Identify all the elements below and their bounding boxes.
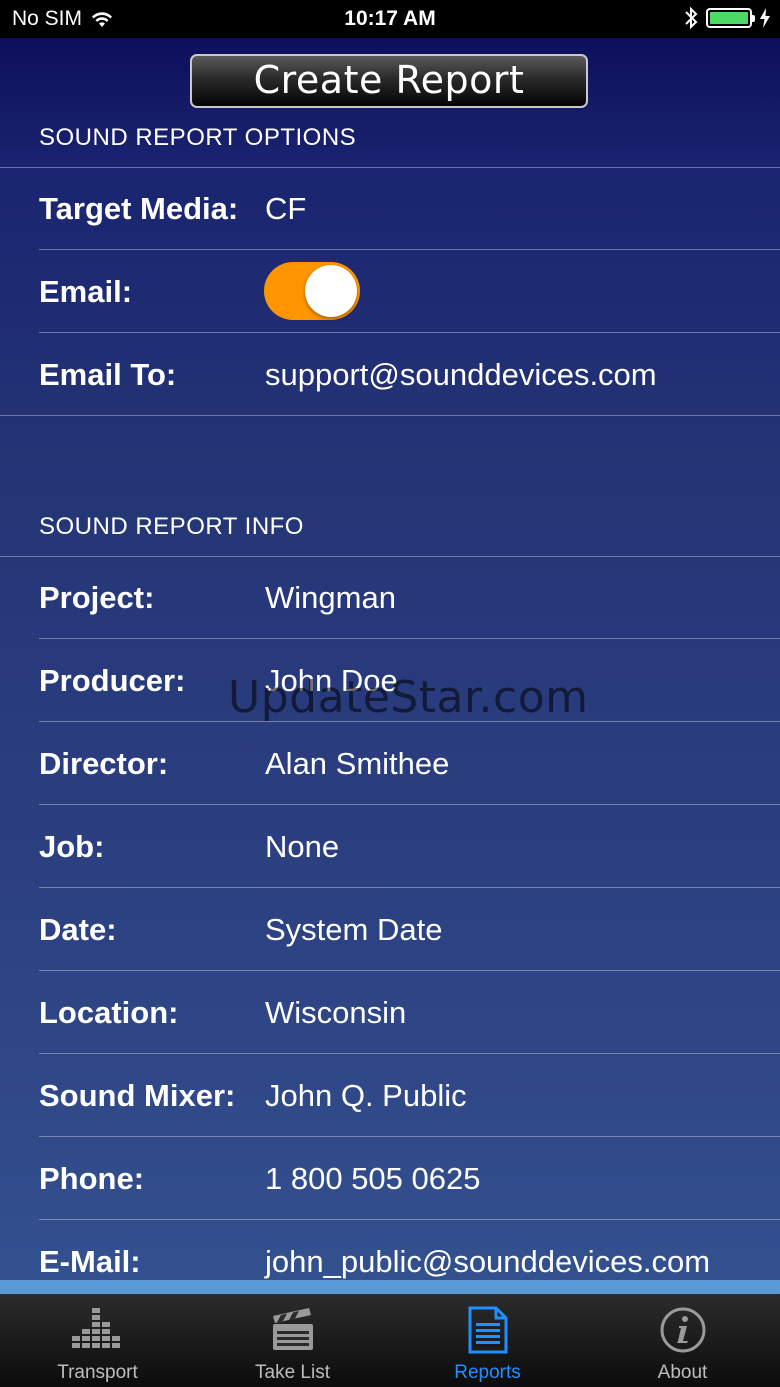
- bluetooth-icon: [684, 6, 698, 30]
- project-value: Wingman: [265, 580, 396, 615]
- email-label: Email:: [39, 274, 133, 309]
- document-icon: [390, 1306, 585, 1354]
- clapperboard-icon: [195, 1306, 390, 1352]
- tab-bar: Transport Take List Reports About: [0, 1280, 780, 1387]
- tab-transport-label: Transport: [57, 1362, 138, 1383]
- battery-icon: [706, 8, 755, 28]
- tab-about-label: About: [657, 1362, 708, 1383]
- tab-take-list-label: Take List: [255, 1362, 330, 1383]
- producer-row[interactable]: Producer: John Doe: [0, 639, 780, 722]
- email-to-label: Email To:: [39, 357, 177, 392]
- equalizer-icon: [0, 1306, 195, 1350]
- date-row[interactable]: Date: System Date: [0, 888, 780, 971]
- phone-value: 1 800 505 0625: [265, 1161, 481, 1196]
- target-media-label: Target Media:: [39, 191, 239, 226]
- battery-fill: [710, 12, 748, 24]
- phone-row[interactable]: Phone: 1 800 505 0625: [0, 1137, 780, 1220]
- target-media-row[interactable]: Target Media: CF: [0, 167, 780, 250]
- create-report-button[interactable]: Create Report: [190, 54, 588, 108]
- status-right: [684, 6, 770, 30]
- producer-label: Producer:: [39, 663, 186, 698]
- e-mail-row[interactable]: E-Mail: john_public@sounddevices.com: [0, 1220, 780, 1280]
- reports-screen: Create Report SOUND REPORT OPTIONS Targe…: [0, 38, 780, 1280]
- toggle-knob: [305, 265, 357, 317]
- e-mail-label: E-Mail:: [39, 1244, 141, 1279]
- charging-icon: [760, 8, 770, 28]
- status-bar: No SIM 10:17 AM: [0, 0, 780, 38]
- producer-value: John Doe: [265, 663, 398, 698]
- email-toggle[interactable]: [264, 262, 360, 320]
- location-label: Location:: [39, 995, 179, 1030]
- director-label: Director:: [39, 746, 169, 781]
- divider: [0, 415, 780, 416]
- director-value: Alan Smithee: [265, 746, 450, 781]
- job-label: Job:: [39, 829, 105, 864]
- tab-reports-label: Reports: [454, 1362, 521, 1383]
- tab-transport[interactable]: Transport: [0, 1294, 195, 1387]
- date-label: Date:: [39, 912, 117, 947]
- tab-reports[interactable]: Reports: [390, 1294, 585, 1387]
- project-row[interactable]: Project: Wingman: [0, 556, 780, 639]
- location-value: Wisconsin: [265, 995, 407, 1030]
- phone-label: Phone:: [39, 1161, 145, 1196]
- project-label: Project:: [39, 580, 155, 615]
- tab-take-list[interactable]: Take List: [195, 1294, 390, 1387]
- status-time: 10:17 AM: [344, 7, 436, 30]
- sound-mixer-row[interactable]: Sound Mixer: John Q. Public: [0, 1054, 780, 1137]
- job-value: None: [265, 829, 340, 864]
- job-row[interactable]: Job: None: [0, 805, 780, 888]
- date-value: System Date: [265, 912, 443, 947]
- sound-mixer-label: Sound Mixer:: [39, 1078, 236, 1113]
- sound-mixer-value: John Q. Public: [265, 1078, 467, 1113]
- tab-about[interactable]: About: [585, 1294, 780, 1387]
- target-media-value: CF: [265, 191, 307, 226]
- email-to-value: support@sounddevices.com: [265, 357, 657, 392]
- email-row: Email:: [0, 250, 780, 333]
- info-section-header: SOUND REPORT INFO: [39, 513, 304, 540]
- e-mail-value: john_public@sounddevices.com: [265, 1244, 711, 1279]
- options-section-header: SOUND REPORT OPTIONS: [39, 124, 357, 151]
- director-row[interactable]: Director: Alan Smithee: [0, 722, 780, 805]
- email-to-row[interactable]: Email To: support@sounddevices.com: [0, 333, 780, 416]
- info-icon: [585, 1306, 780, 1354]
- location-row[interactable]: Location: Wisconsin: [0, 971, 780, 1054]
